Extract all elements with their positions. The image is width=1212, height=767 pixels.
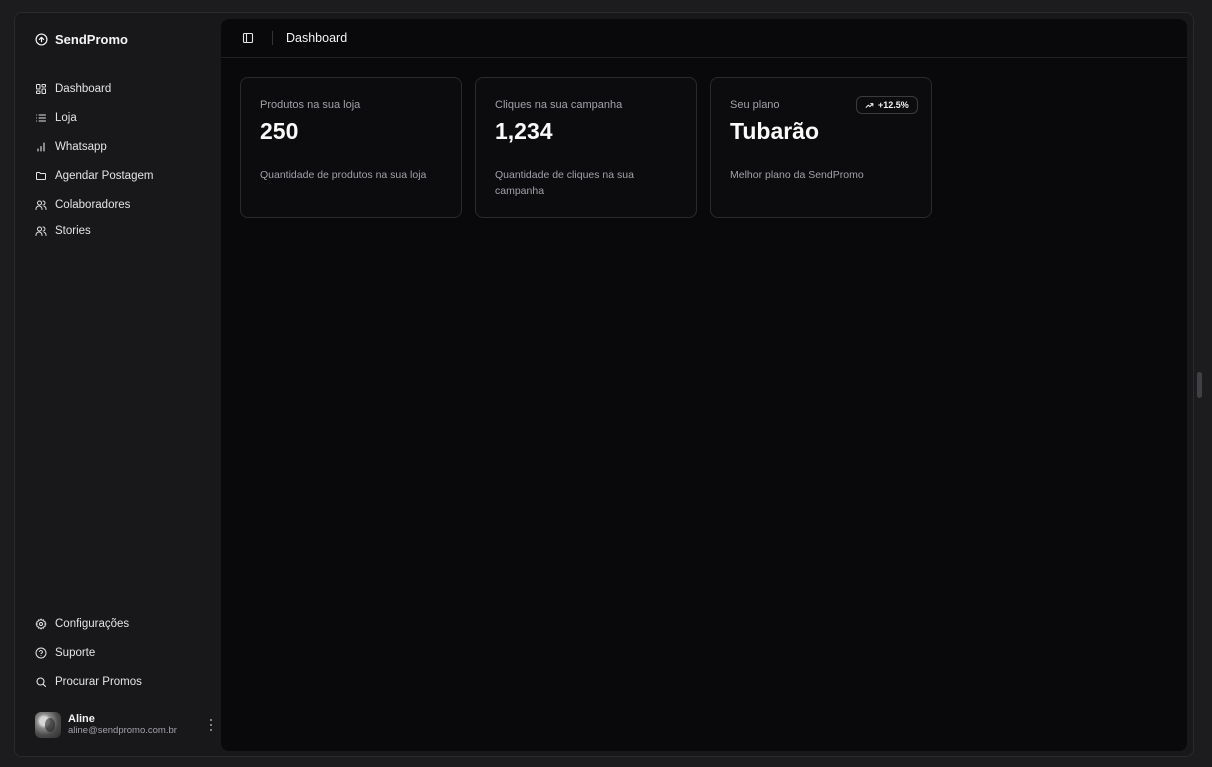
sidebar-item-label: Configurações: [55, 617, 130, 630]
sidebar-toggle-icon[interactable]: [242, 32, 254, 44]
user-info: Aline aline@sendpromo.com.br: [68, 713, 177, 737]
divider: [272, 31, 273, 45]
sidebar-item-label: Colaboradores: [55, 198, 131, 211]
sidebar-item-label: Stories: [55, 225, 91, 237]
circle-arrow-up-icon: [35, 32, 48, 46]
sidebar-item-label: Dashboard: [55, 82, 112, 95]
avatar: [35, 712, 61, 738]
topbar: Dashboard: [221, 19, 1187, 58]
gear-icon: [35, 618, 47, 629]
folder-icon: [36, 171, 46, 180]
card-value: 1,234: [495, 118, 553, 144]
users-icon: [35, 226, 47, 236]
sidebar-item-label: Suporte: [55, 646, 96, 659]
more-vertical-icon[interactable]: [209, 718, 213, 732]
sidebar-item-stories[interactable]: Stories: [35, 219, 211, 243]
card-label: Cliques na sua campanha: [495, 99, 623, 111]
sidebar-item-dashboard[interactable]: Dashboard: [35, 74, 211, 103]
trending-up-icon: [865, 102, 874, 108]
card-description: Melhor plano da SendPromo: [730, 169, 864, 181]
trend-badge: +12.5%: [856, 96, 918, 114]
list-icon: [36, 114, 46, 121]
sidebar-item-label: Whatsapp: [55, 140, 107, 153]
bar-chart-icon: [37, 141, 45, 152]
card-description: Quantidade de produtos na sua loja: [260, 169, 427, 181]
user-profile[interactable]: Aline aline@sendpromo.com.br: [35, 711, 212, 739]
sidebar-item-procurar-promos[interactable]: Procurar Promos: [35, 667, 211, 696]
card-value: Tubarão: [730, 118, 820, 144]
sidebar-item-loja[interactable]: Loja: [35, 103, 211, 132]
user-email: aline@sendpromo.com.br: [68, 725, 177, 736]
brand[interactable]: SendPromo: [35, 31, 128, 47]
card-value: 250: [260, 118, 299, 144]
sidebar-item-agendar-postagem[interactable]: Agendar Postagem: [35, 161, 211, 190]
sidebar-nav: Dashboard Loja Whatsapp Agendar Postagem…: [35, 74, 211, 243]
sidebar-item-suporte[interactable]: Suporte: [35, 638, 211, 667]
search-icon: [36, 676, 47, 687]
badge-label: +12.5%: [878, 100, 909, 110]
sidebar-item-whatsapp[interactable]: Whatsapp: [35, 132, 211, 161]
stat-card-cliques: Cliques na sua campanha 1,234 Quantidade…: [475, 77, 697, 218]
app-window: SendPromo Dashboard Loja Whatsapp Agenda…: [14, 12, 1194, 757]
sidebar-item-label: Agendar Postagem: [55, 169, 154, 182]
stat-card-plano: Seu plano +12.5% Tubarão Melhor plano da…: [710, 77, 932, 218]
card-label: Seu plano: [730, 99, 780, 111]
main-panel: Dashboard Produtos na sua loja 250 Quant…: [221, 19, 1187, 751]
brand-name: SendPromo: [55, 31, 128, 47]
grid-icon: [36, 83, 46, 94]
card-description: Quantidade de cliques na sua campanha: [495, 169, 634, 197]
sidebar: SendPromo Dashboard Loja Whatsapp Agenda…: [15, 13, 221, 756]
user-name: Aline: [68, 713, 95, 725]
sidebar-item-configuracoes[interactable]: Configurações: [35, 609, 211, 638]
sidebar-item-label: Procurar Promos: [55, 675, 142, 688]
resize-handle[interactable]: [1197, 372, 1202, 398]
stat-card-produtos: Produtos na sua loja 250 Quantidade de p…: [240, 77, 462, 218]
help-circle-icon: [35, 647, 47, 658]
page-title: Dashboard: [286, 31, 348, 45]
users-icon: [35, 200, 47, 210]
sidebar-item-label: Loja: [55, 111, 77, 124]
sidebar-item-colaboradores[interactable]: Colaboradores: [35, 190, 211, 219]
card-label: Produtos na sua loja: [260, 99, 361, 111]
sidebar-secondary-nav: Configurações Suporte Procurar Promos: [35, 609, 211, 696]
